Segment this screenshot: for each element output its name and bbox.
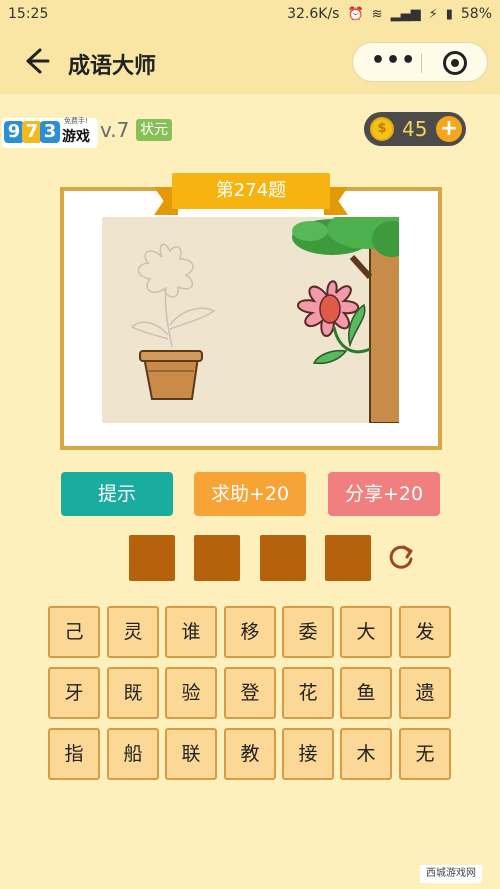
character-tile[interactable]: 鱼	[340, 667, 392, 719]
logo-digit: 3	[40, 121, 60, 143]
add-coins-button[interactable]: +	[436, 116, 462, 142]
character-tile[interactable]: 指	[48, 728, 100, 780]
character-tile[interactable]: 既	[107, 667, 159, 719]
help-button[interactable]: 求助+20	[194, 472, 306, 516]
character-tile[interactable]: 遗	[399, 667, 451, 719]
puzzle-frame	[60, 187, 442, 450]
character-tile[interactable]: 大	[340, 606, 392, 658]
hint-button[interactable]: 提示	[61, 472, 173, 516]
character-tile[interactable]: 牙	[48, 667, 100, 719]
character-tile[interactable]: 移	[224, 606, 276, 658]
status-time: 15:25	[8, 6, 49, 22]
character-tile[interactable]: 花	[282, 667, 334, 719]
puzzle-number: 第274题	[172, 173, 330, 209]
rank-badge: 状元	[136, 119, 172, 141]
capsule-divider	[421, 53, 422, 73]
character-tile[interactable]: 发	[399, 606, 451, 658]
character-tile[interactable]: 验	[165, 667, 217, 719]
status-bar: 15:25 32.6K/s ⏰ ≋ ▂▄▆ ⚡ ▮ 58%	[0, 0, 500, 30]
logo-text: 游戏	[62, 129, 90, 145]
target-circle-icon[interactable]	[443, 51, 467, 75]
character-tile[interactable]: 登	[224, 667, 276, 719]
signal-icon: ▂▄▆	[390, 6, 421, 22]
alarm-icon: ⏰	[347, 6, 364, 22]
character-tile[interactable]: 灵	[107, 606, 159, 658]
logo-tagline: 免费手!	[64, 117, 88, 125]
answer-slot[interactable]	[194, 535, 240, 581]
answer-slot[interactable]	[260, 535, 306, 581]
refresh-icon[interactable]	[386, 542, 416, 572]
character-tile[interactable]: 无	[399, 728, 451, 780]
battery-level: 58%	[460, 6, 492, 22]
level-ribbon: 第274题	[154, 173, 348, 215]
character-tile[interactable]: 联	[165, 728, 217, 780]
logo-digit: 7	[22, 121, 42, 143]
character-tile[interactable]: 委	[282, 606, 334, 658]
character-tile[interactable]: 谁	[165, 606, 217, 658]
mini-program-capsule: •••	[352, 42, 488, 82]
coin-count: 45	[402, 117, 428, 141]
share-button[interactable]: 分享+20	[328, 472, 440, 516]
wifi-icon: ≋	[371, 6, 383, 22]
network-speed: 32.6K/s	[287, 6, 340, 22]
site-logo: 9 7 3 免费手! 游戏	[2, 117, 98, 148]
puzzle-image	[102, 217, 399, 423]
coin-balance: $ 45 +	[364, 112, 466, 146]
page-title: 成语大师	[68, 54, 157, 79]
more-dots-icon[interactable]: •••	[371, 48, 416, 73]
character-tile[interactable]: 教	[224, 728, 276, 780]
back-arrow-icon[interactable]	[18, 44, 52, 78]
character-tile[interactable]: 木	[340, 728, 392, 780]
app-header: 成语大师 •••	[0, 30, 500, 94]
character-tile[interactable]: 己	[48, 606, 100, 658]
watermark: 西城游戏网	[420, 865, 482, 883]
charging-icon: ⚡	[428, 6, 438, 22]
battery-icon: ▮	[445, 6, 453, 22]
character-tile[interactable]: 船	[107, 728, 159, 780]
character-tile[interactable]: 接	[282, 728, 334, 780]
answer-slot[interactable]	[325, 535, 371, 581]
logo-digit: 9	[4, 121, 24, 143]
answer-slot[interactable]	[129, 535, 175, 581]
coin-icon: $	[370, 117, 394, 141]
player-level: v.7	[100, 118, 130, 142]
